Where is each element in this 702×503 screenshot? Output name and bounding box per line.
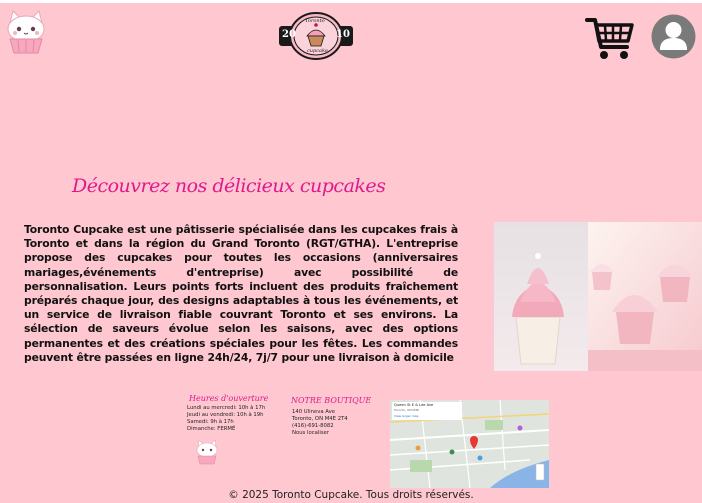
brand-logo[interactable]: 20 10 Toronto cupcake xyxy=(279,12,353,60)
hours-line: Lundi au mercredi: 10h à 17h xyxy=(187,405,266,411)
map-place-address: Toronto, ON M4E xyxy=(394,408,419,412)
page: 20 10 Toronto cupcake Découvrez nos déli… xyxy=(0,3,702,503)
brand-logo-left-number: 20 xyxy=(282,29,296,40)
shop-address-line: 140 Ulineva Ave xyxy=(292,409,336,415)
cupcakes-photo xyxy=(494,222,702,371)
shop-phone-line: (416)-691-8082 xyxy=(292,423,334,429)
user-account-icon[interactable] xyxy=(651,14,696,59)
cat-cupcake-logo-icon[interactable] xyxy=(4,9,48,55)
map-place-name: Queen St E & Lee Ave xyxy=(394,403,434,407)
location-map[interactable]: Queen St E & Lee Ave Toronto, ON M4E Vie… xyxy=(389,399,550,489)
brand-logo-right-number: 10 xyxy=(336,29,350,40)
description-text: Toronto Cupcake est une pâtisserie spéci… xyxy=(24,223,458,364)
view-larger-map-link[interactable]: View larger map xyxy=(394,414,419,418)
hours-line: Jeudi au vendredi: 10h à 19h xyxy=(187,412,264,418)
opening-hours-title: Heures d'ouverture xyxy=(189,394,269,403)
hours-line: Samedi: 9h à 17h xyxy=(187,419,234,425)
brand-logo-bottom-text: cupcake xyxy=(307,48,328,54)
footer-cat-cupcake-icon xyxy=(196,439,218,465)
copyright-text: © 2025 Toronto Cupcake. Tous droits rése… xyxy=(228,489,474,501)
page-title: Découvrez nos délicieux cupcakes xyxy=(72,175,386,197)
hours-line: Dimanche: FERMÉ xyxy=(187,426,236,432)
shopping-cart-icon[interactable] xyxy=(585,15,635,61)
brand-logo-top-text: Toronto xyxy=(305,18,325,24)
shop-title: NOTRE BOUTIQUE xyxy=(291,396,372,405)
locate-us-link[interactable]: Nous localiser xyxy=(292,430,329,436)
shop-city-line: Toronto, ON M4E 2T4 xyxy=(292,416,348,422)
